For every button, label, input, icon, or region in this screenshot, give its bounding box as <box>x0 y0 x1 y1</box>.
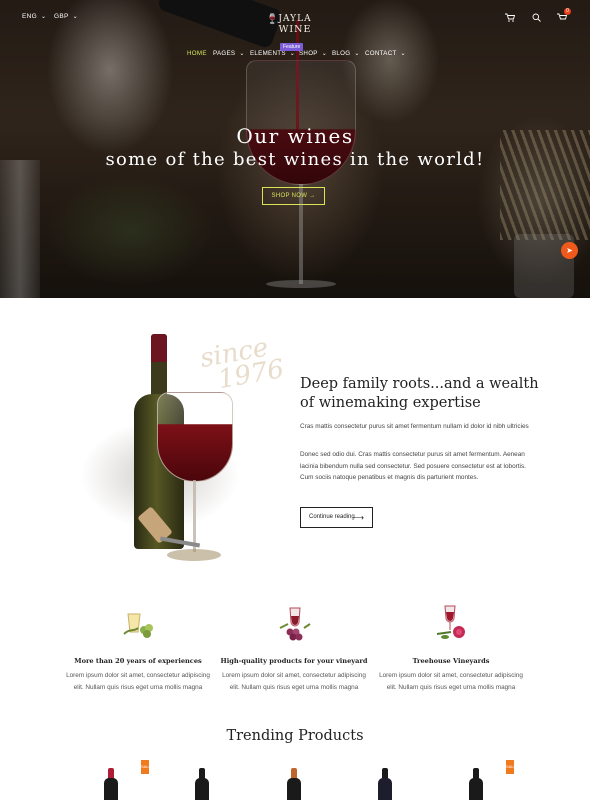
wine-grapes-icon <box>118 604 158 644</box>
hero-title: Our wines <box>236 124 354 148</box>
language-selector[interactable]: ENG ⌄ <box>22 13 46 20</box>
sale-badge: SALE <box>506 760 516 774</box>
mini-cart-icon[interactable]: 0 <box>556 8 571 23</box>
about-paragraph-2: Donec sed odio dui. Cras mattis consecte… <box>300 451 526 481</box>
header-icons: 0 <box>504 8 571 23</box>
product-bottle[interactable] <box>287 768 301 800</box>
chevron-down-icon: ⌄ <box>239 51 245 57</box>
about-paragraph-1: Cras mattis consectetur purus sit amet f… <box>300 423 529 430</box>
chevron-down-icon: ⌄ <box>354 51 360 57</box>
top-bar: ENG ⌄ GBP ⌄ 🍷 JAYLA WINE 0 <box>0 8 590 35</box>
chevron-down-icon: ⌄ <box>72 14 78 20</box>
nav-pages[interactable]: PAGES ⌄ <box>213 50 245 57</box>
nav-home[interactable]: HOME <box>187 50 207 57</box>
grape-wine-icon <box>274 604 314 644</box>
nav-blog[interactable]: BLOG ⌄ <box>332 50 360 57</box>
feature-experience: More than 20 years of experiences Lorem … <box>63 604 213 693</box>
nav-contact[interactable]: CONTACT ⌄ <box>365 50 406 57</box>
feature-quality: High-quality products for your vineyard … <box>219 604 369 693</box>
cart-icon[interactable] <box>504 11 516 23</box>
wine-glass-about-image <box>157 392 233 482</box>
wine-glass-logo-icon: 🍷 <box>266 14 279 25</box>
trending-products-heading: Trending Products <box>226 728 364 744</box>
chevron-down-icon: ⌄ <box>400 51 406 57</box>
rose-wine-glass-icon <box>431 604 471 644</box>
product-bottle[interactable] <box>378 768 392 800</box>
shop-now-button[interactable]: SHOP NOW → <box>262 187 325 205</box>
feature-vineyards: Treehouse Vineyards Lorem ipsum dolor si… <box>376 604 526 693</box>
chevron-down-icon: ⌄ <box>289 51 296 57</box>
nav-shop[interactable]: SHOP ⌄ <box>299 50 327 57</box>
about-heading: Deep family roots...and a wealth of wine… <box>300 376 539 411</box>
search-icon[interactable] <box>530 11 542 23</box>
product-bottle[interactable] <box>469 768 483 800</box>
feature-badge: Feature <box>280 43 304 51</box>
hero-subtitle: some of the best wines in the world! <box>105 149 485 170</box>
since-1976-watermark: since 1976 <box>197 332 287 396</box>
product-bottle[interactable] <box>104 768 118 800</box>
currency-selector[interactable]: GBP ⌄ <box>54 13 78 20</box>
send-icon[interactable]: ➤ <box>561 242 578 259</box>
nav-elements[interactable]: ELEMENTS ⌄ <box>250 50 295 57</box>
product-bottle[interactable] <box>195 768 209 800</box>
chevron-down-icon: ⌄ <box>41 14 47 20</box>
chevron-down-icon: ⌄ <box>321 51 328 57</box>
site-logo[interactable]: 🍷 JAYLA WINE <box>266 14 318 35</box>
arrow-right-icon: ⟶ <box>352 513 364 522</box>
sale-badge: SALE <box>141 760 151 774</box>
continue-reading-button[interactable]: Continue reading ⟶ <box>300 507 373 528</box>
cart-count-badge: 0 <box>564 8 571 15</box>
